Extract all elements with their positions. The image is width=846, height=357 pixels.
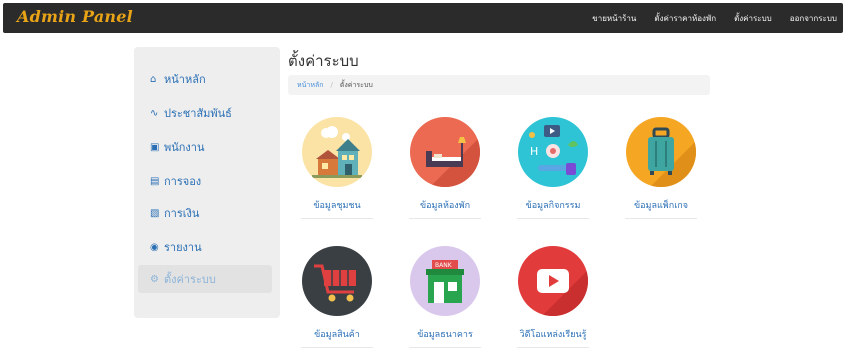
id-card-icon: ▣ [150,141,160,153]
room-bed-icon [410,117,480,187]
tile-bank[interactable]: BANK ข้อมูลธนาคาร [400,246,490,348]
sidebar-item-report[interactable]: ◉ รายงาน [134,233,272,261]
sidebar-item-label: หน้าหลัก [164,73,206,86]
rss-icon: ∿ [150,107,159,119]
tile-label: ข้อมูลชุมชน [313,201,361,211]
gear-icon: ⚙ [150,273,159,285]
sidebar-item-label: การจอง [164,175,202,188]
sidebar-item-label: ประชาสัมพันธ์ [164,107,232,120]
tile-divider [517,218,589,219]
tile-community[interactable]: ข้อมูลชุมชน [292,117,382,219]
wallet-icon: ▧ [150,207,160,219]
sidebar-item-staff[interactable]: ▣ พนักงาน [134,133,272,161]
breadcrumb: หน้าหลัก / ตั้งค่าระบบ [288,75,710,95]
tile-label: ข้อมูลห้องพัก [419,201,471,211]
calendar-icon: ▤ [150,175,160,187]
tile-label: ข้อมูลกิจกรรม [525,201,581,211]
sidebar-item-booking[interactable]: ▤ การจอง [134,167,272,195]
sidebar-item-finance[interactable]: ▧ การเงิน [134,199,272,227]
sidebar-item-label: พนักงาน [164,141,205,154]
nav-link-room-pricing[interactable]: ตั้งค่าราคาห้องพัก [654,12,716,25]
tile-divider [517,347,589,348]
sidebar-item-label: ตั้งค่าระบบ [164,273,216,286]
shopping-cart-icon [302,246,372,316]
tile-divider [625,218,697,219]
tile-divider [409,218,481,219]
tile-divider [301,218,373,219]
nav-link-settings[interactable]: ตั้งค่าระบบ [734,12,772,25]
tile-room[interactable]: ข้อมูลห้องพัก [400,117,490,219]
breadcrumb-separator: / [330,81,333,89]
breadcrumb-home-link[interactable]: หน้าหลัก [297,80,323,91]
tile-label: ข้อมูลแพ็กเกจ [634,201,688,211]
svg-text:BANK: BANK [435,262,453,269]
tile-divider [409,347,481,348]
sidebar-item-label: รายงาน [164,241,202,254]
tile-divider [301,347,373,348]
page-title: ตั้งค่าระบบ [288,52,359,70]
nav-link-logout[interactable]: ออกจากระบบ [790,12,837,25]
tile-activity[interactable]: H ข้อมูลกิจกรรม [508,117,598,219]
luggage-icon [626,117,696,187]
tile-label: ข้อมูลสินค้า [314,330,360,340]
bank-icon: BANK [410,246,480,316]
nav-link-storefront[interactable]: ขายหน้าร้าน [592,12,636,25]
tile-label: วิดีโอแหล่งเรียนรู้ [519,330,587,340]
tile-product[interactable]: ข้อมูลสินค้า [292,246,382,348]
community-house-icon [302,117,372,187]
sidebar-item-settings[interactable]: ⚙ ตั้งค่าระบบ [138,265,272,293]
sidebar-item-home[interactable]: ⌂ หน้าหลัก [134,65,272,93]
tile-label: ข้อมูลธนาคาร [417,330,473,340]
tile-video[interactable]: วิดีโอแหล่งเรียนรู้ [508,246,598,348]
sidebar: ⌂ หน้าหลัก ∿ ประชาสัมพันธ์ ▣ พนักงาน ▤ ก… [134,47,280,318]
tile-package[interactable]: ข้อมูลแพ็กเกจ [616,117,706,219]
youtube-play-icon [518,246,588,316]
sidebar-item-pr[interactable]: ∿ ประชาสัมพันธ์ [134,99,272,127]
chart-icon: ◉ [150,241,159,253]
nav-links: ขายหน้าร้าน ตั้งค่าราคาห้องพัก ตั้งค่าระ… [592,3,837,33]
brand-logo[interactable]: Admin Panel [17,7,133,26]
activity-icon: H [518,117,588,187]
sidebar-item-label: การเงิน [164,207,200,220]
breadcrumb-current: ตั้งค่าระบบ [339,80,373,89]
svg-text:H: H [530,145,538,158]
top-navbar: Admin Panel ขายหน้าร้าน ตั้งค่าราคาห้องพ… [3,3,843,33]
home-icon: ⌂ [150,73,157,85]
